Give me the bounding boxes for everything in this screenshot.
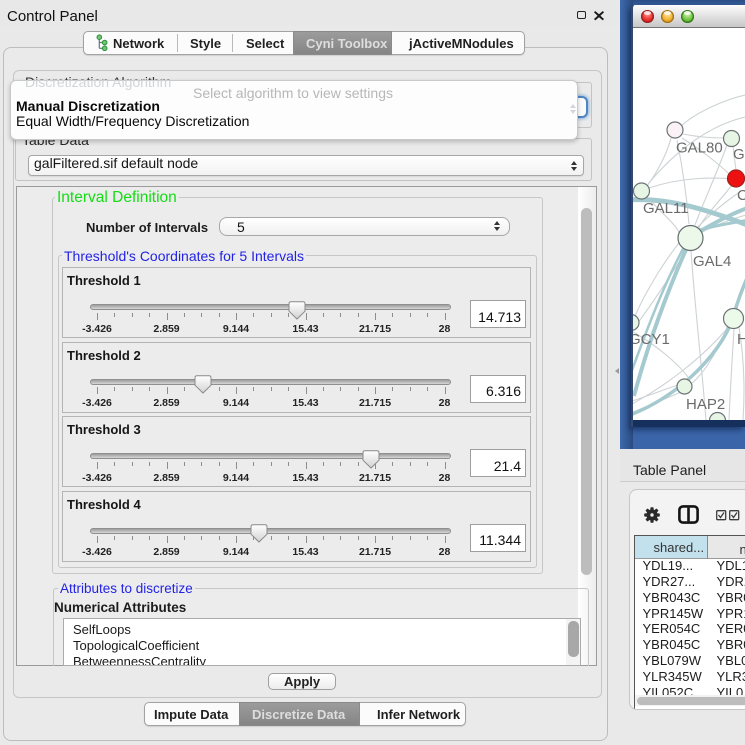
svg-text:G.: G. — [733, 146, 745, 163]
svg-text:GCY1: GCY1 — [633, 331, 670, 348]
svg-text:HAP2: HAP2 — [686, 396, 725, 413]
svg-text:C: C — [737, 187, 745, 204]
svg-text:GAL4: GAL4 — [693, 253, 731, 270]
svg-text:H: H — [737, 331, 745, 348]
svg-text:GAL11: GAL11 — [643, 200, 689, 217]
svg-text:GAL80: GAL80 — [676, 139, 723, 156]
